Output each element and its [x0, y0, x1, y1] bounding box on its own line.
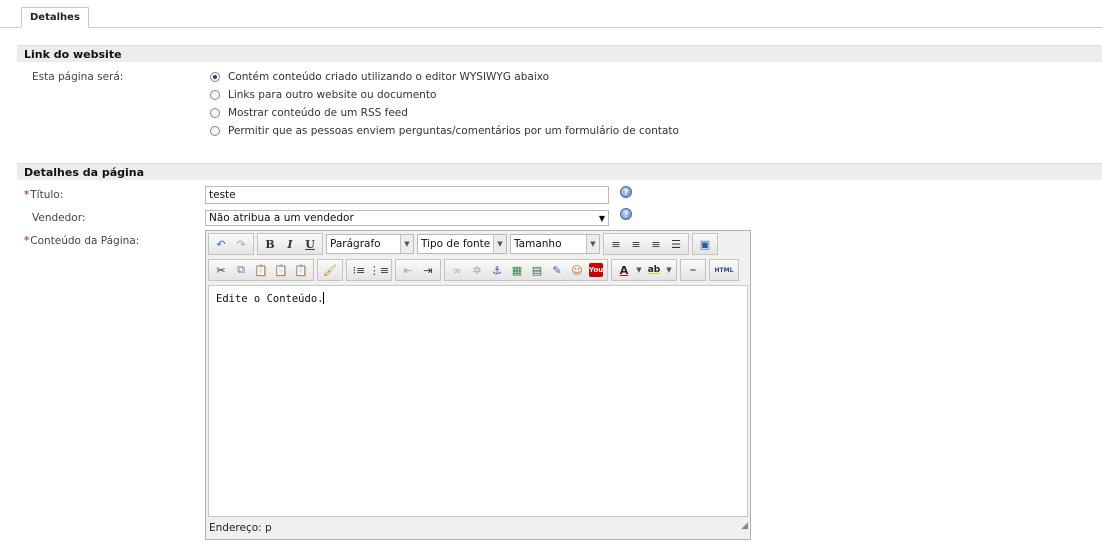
align-center-icon[interactable]: ≡ — [627, 235, 645, 253]
fullscreen-icon[interactable]: ▣ — [696, 235, 714, 253]
font-size-dropdown[interactable]: Tamanho ▼ — [510, 234, 600, 254]
outdent-icon[interactable]: ⇤ — [399, 261, 417, 279]
align-left-icon[interactable]: ≡ — [607, 235, 625, 253]
link-icon[interactable]: ∞ — [448, 261, 466, 279]
radio-label: Permitir que as pessoas enviem perguntas… — [228, 125, 679, 137]
italic-button[interactable]: I — [281, 235, 299, 253]
section-link-title: Link do website — [17, 45, 1102, 62]
unlink-icon[interactable]: ✲ — [468, 261, 486, 279]
radio-button[interactable] — [210, 108, 220, 118]
radio-label: Links para outro website ou documento — [228, 89, 437, 101]
edit-icon[interactable]: ✎ — [548, 261, 566, 279]
source-group: HTML — [709, 259, 739, 281]
media-icon[interactable]: ▤ — [528, 261, 546, 279]
title-input[interactable] — [205, 186, 609, 204]
bold-button[interactable]: B — [261, 235, 279, 253]
chevron-down-icon: ▼ — [493, 235, 506, 253]
vendor-select[interactable]: Não atribua a um vendedor ▼ — [205, 210, 609, 226]
list-group: ⁝≡ ⋮≡ — [346, 259, 392, 281]
align-justify-icon[interactable]: ☰ — [667, 235, 685, 253]
help-icon[interactable]: ? — [620, 208, 632, 220]
paste-word-icon[interactable]: 📋 — [292, 261, 310, 279]
color-group: A ▼ ab ▼ — [611, 259, 677, 281]
cut-icon[interactable]: ✂ — [212, 261, 230, 279]
indent-group: ⇤ ⇥ — [395, 259, 441, 281]
copy-icon[interactable]: ⧉ — [232, 261, 250, 279]
editor-content-area[interactable]: Edite o Conteúdo. — [208, 285, 748, 517]
chevron-down-icon[interactable]: ▼ — [635, 261, 643, 279]
radio-button[interactable] — [210, 72, 220, 82]
page-type-label: Esta página será: — [32, 71, 124, 83]
align-group: ≡ ≡ ≡ ☰ — [603, 233, 689, 255]
chevron-down-icon: ▼ — [598, 214, 605, 223]
radio-label: Mostrar conteúdo de um RSS feed — [228, 107, 408, 119]
format-dropdown[interactable]: Parágrafo ▼ — [326, 234, 414, 254]
cleanup-group: 🖌 — [317, 259, 343, 281]
help-icon[interactable]: ? — [620, 186, 632, 198]
text-style-group: B I U — [257, 233, 323, 255]
tab-bar: Detalhes — [0, 0, 1102, 28]
emoticon-icon[interactable]: ☺ — [568, 261, 586, 279]
redo-icon[interactable]: ↷ — [232, 235, 250, 253]
chevron-down-icon: ▼ — [586, 235, 599, 253]
wysiwyg-editor: ↶ ↷ B I U Parágrafo ▼ Tipo de fonte ▼ Tama… — [205, 230, 751, 540]
radio-button[interactable] — [210, 126, 220, 136]
anchor-icon[interactable]: ⚓ — [488, 261, 506, 279]
radio-label: Contém conteúdo criado utilizando o edit… — [228, 71, 550, 83]
image-icon[interactable]: ▦ — [508, 261, 526, 279]
undo-icon[interactable]: ↶ — [212, 235, 230, 253]
vendor-field-label: Vendedor: — [32, 212, 86, 224]
chevron-down-icon: ▼ — [400, 235, 413, 253]
radio-option-wysiwyg[interactable]: Contém conteúdo criado utilizando o edit… — [210, 69, 549, 85]
font-family-dropdown[interactable]: Tipo de fonte ▼ — [417, 234, 507, 254]
tab-detalhes[interactable]: Detalhes — [21, 7, 89, 28]
hr-group: ⎯ — [680, 259, 706, 281]
indent-icon[interactable]: ⇥ — [419, 261, 437, 279]
insert-group: ∞ ✲ ⚓ ▦ ▤ ✎ ☺ You — [444, 259, 608, 281]
content-field-label: *Conteúdo da Página: — [24, 235, 140, 247]
section-page-details-title: Detalhes da página — [17, 163, 1102, 180]
vendor-select-value: Não atribua a um vendedor — [209, 212, 354, 224]
paste-text-icon[interactable]: 📋 — [272, 261, 290, 279]
required-marker: * — [24, 235, 30, 247]
remove-format-icon[interactable]: 🖌 — [321, 261, 339, 279]
history-group: ↶ ↷ — [208, 233, 254, 255]
resize-handle-icon[interactable]: ◢ — [741, 515, 748, 537]
element-path: Endereço: p — [209, 522, 272, 534]
editor-status-bar: Endereço: p ◢ — [206, 517, 750, 539]
editor-toolbar-row-2: ✂ ⧉ 📋 📋 📋 🖌 ⁝≡ ⋮≡ ⇤ ⇥ ∞ ✲ ⚓ ▦ ▤ ✎ ☺ You — [208, 258, 742, 282]
title-field-label: *Título: — [24, 189, 64, 201]
editor-body-text: Edite o Conteúdo. — [216, 293, 324, 305]
required-marker: * — [24, 189, 30, 201]
text-cursor — [323, 292, 325, 304]
radio-option-rss[interactable]: Mostrar conteúdo de um RSS feed — [210, 105, 408, 121]
highlight-color-icon[interactable]: ab — [645, 261, 663, 279]
paste-icon[interactable]: 📋 — [252, 261, 270, 279]
view-group: ▣ — [692, 233, 718, 255]
text-color-icon[interactable]: A — [615, 261, 633, 279]
numbered-list-icon[interactable]: ⋮≡ — [369, 261, 389, 279]
editor-toolbar-row-1: ↶ ↷ B I U Parágrafo ▼ Tipo de fonte ▼ Tama… — [208, 232, 721, 256]
html-source-button[interactable]: HTML — [713, 261, 735, 279]
radio-option-link[interactable]: Links para outro website ou documento — [210, 87, 436, 103]
clipboard-group: ✂ ⧉ 📋 📋 📋 — [208, 259, 314, 281]
radio-button[interactable] — [210, 90, 220, 100]
chevron-down-icon[interactable]: ▼ — [665, 261, 673, 279]
align-right-icon[interactable]: ≡ — [647, 235, 665, 253]
youtube-icon[interactable]: You — [589, 263, 603, 277]
underline-button[interactable]: U — [301, 235, 319, 253]
horizontal-rule-icon[interactable]: ⎯ — [684, 261, 702, 279]
bullet-list-icon[interactable]: ⁝≡ — [350, 261, 368, 279]
radio-option-contact-form[interactable]: Permitir que as pessoas enviem perguntas… — [210, 123, 679, 139]
